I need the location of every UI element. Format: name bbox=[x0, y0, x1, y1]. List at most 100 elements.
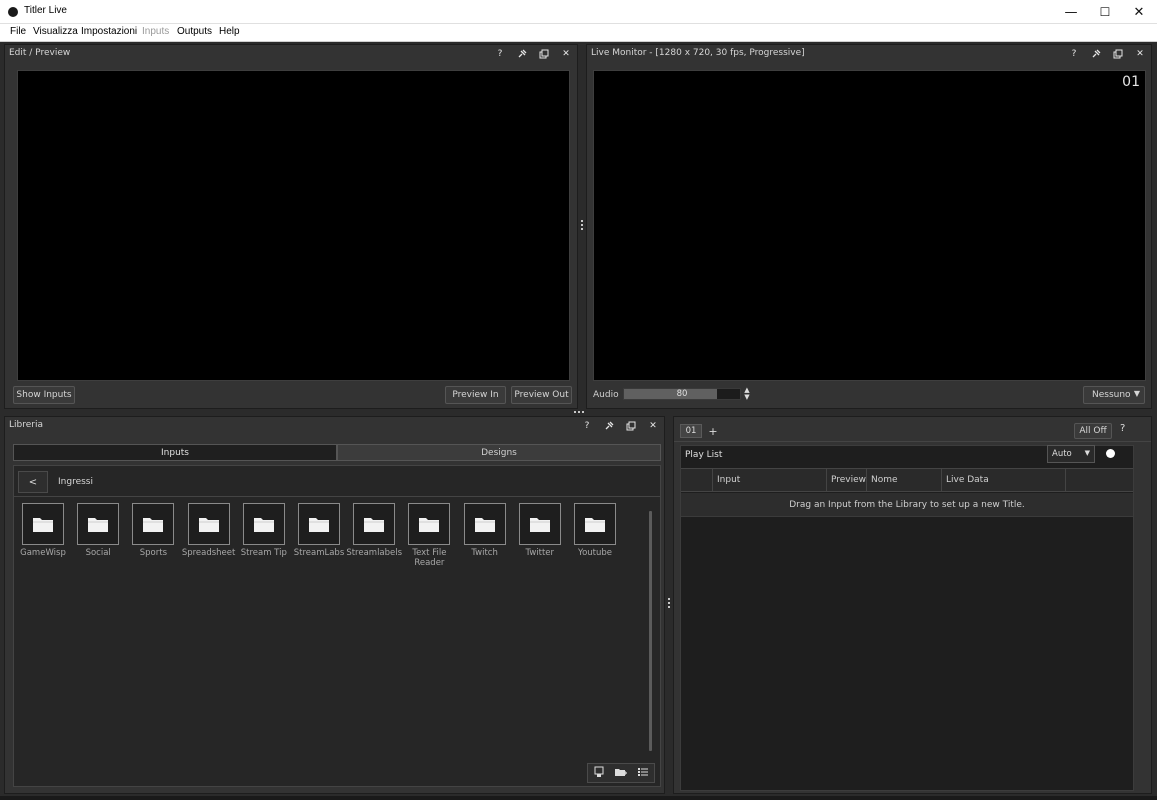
column-header-preview[interactable]: Preview bbox=[827, 469, 867, 491]
library-content: < Ingressi GameWisp Social Sports Spreadshe… bbox=[13, 465, 661, 787]
list-view-icon[interactable] bbox=[637, 766, 649, 781]
pin-icon[interactable] bbox=[515, 47, 529, 61]
preview-in-button[interactable]: Preview In bbox=[445, 386, 506, 404]
column-header-live-data[interactable]: Live Data bbox=[942, 469, 1066, 491]
menu-bar: File Visualizza Impostazioni Inputs Outp… bbox=[0, 24, 1157, 42]
folder-icon bbox=[518, 503, 561, 545]
close-icon[interactable]: ✕ bbox=[1133, 47, 1147, 61]
all-off-button[interactable]: All Off bbox=[1074, 423, 1112, 439]
playlist-mode-select[interactable]: Auto ▼ bbox=[1047, 445, 1095, 463]
folder-tile[interactable]: Social bbox=[70, 503, 126, 558]
menu-file[interactable]: File bbox=[10, 26, 26, 37]
playlist-empty-message: Drag an Input from the Library to set up… bbox=[681, 493, 1133, 517]
bottom-splitter[interactable] bbox=[668, 598, 671, 608]
playlist-label: Play List bbox=[685, 450, 723, 460]
menu-help[interactable]: Help bbox=[219, 26, 240, 37]
folder-tile[interactable]: GameWisp bbox=[15, 503, 71, 558]
maximize-button[interactable]: ☐ bbox=[1088, 0, 1122, 24]
help-icon[interactable]: ? bbox=[1067, 47, 1081, 61]
playlist-mode-value: Auto bbox=[1052, 449, 1072, 459]
audio-label: Audio bbox=[593, 390, 619, 400]
library-scrollbar[interactable] bbox=[649, 511, 652, 751]
folder-tile[interactable]: Streamlabels bbox=[346, 503, 402, 558]
add-tab-button[interactable]: + bbox=[706, 424, 720, 438]
close-icon[interactable]: ✕ bbox=[559, 47, 573, 61]
menu-outputs[interactable]: Outputs bbox=[177, 26, 212, 37]
pin-icon[interactable] bbox=[602, 419, 616, 433]
folder-icon bbox=[463, 503, 506, 545]
close-icon[interactable]: ✕ bbox=[646, 419, 660, 433]
folder-icon bbox=[242, 503, 285, 545]
folder-icon bbox=[353, 503, 396, 545]
folder-icon bbox=[574, 503, 616, 545]
audio-slider[interactable]: 80 bbox=[623, 388, 741, 400]
folder-tile[interactable]: Sports bbox=[125, 503, 181, 558]
folder-label: Youtube bbox=[578, 548, 612, 558]
playlist-grid-header: Input Preview Nome Live Data bbox=[681, 468, 1133, 492]
float-icon[interactable] bbox=[624, 419, 638, 433]
help-icon[interactable]: ? bbox=[580, 419, 594, 433]
folder-label: Twitch bbox=[471, 548, 498, 558]
audio-value: 80 bbox=[676, 389, 688, 399]
playlist-panel: 01 + All Off ? Play List Auto ▼ Input Pr… bbox=[673, 416, 1152, 794]
folder-tile[interactable]: Twitch bbox=[457, 503, 513, 558]
playlist-tab-01[interactable]: 01 bbox=[680, 424, 702, 438]
panel-title: Edit / Preview bbox=[9, 48, 71, 58]
chevron-down-icon: ▼ bbox=[1084, 449, 1090, 457]
folder-icon bbox=[187, 503, 230, 545]
tab-inputs[interactable]: Inputs bbox=[13, 444, 337, 461]
live-screen[interactable]: 01 bbox=[593, 70, 1146, 381]
output-select-value: Nessuno bbox=[1092, 390, 1131, 400]
panel-tools: ? ✕ bbox=[580, 419, 660, 433]
help-icon[interactable]: ? bbox=[493, 47, 507, 61]
column-header bbox=[681, 469, 713, 491]
top-splitter[interactable] bbox=[581, 220, 584, 230]
tab-designs[interactable]: Designs bbox=[337, 444, 661, 461]
edit-preview-panel: Edit / Preview ? ✕ Show Inputs Preview I… bbox=[4, 44, 578, 409]
minimize-button[interactable]: — bbox=[1054, 0, 1088, 24]
float-icon[interactable] bbox=[537, 47, 551, 61]
horizontal-splitter[interactable] bbox=[574, 411, 584, 413]
playlist-area: Play List Auto ▼ Input Preview Nome Live… bbox=[680, 445, 1134, 791]
folder-icon bbox=[132, 503, 175, 545]
back-button[interactable]: < bbox=[18, 471, 48, 493]
column-header bbox=[1066, 469, 1133, 491]
panel-tools: ? ✕ bbox=[1067, 47, 1147, 61]
folder-tile[interactable]: Stream Tip bbox=[236, 503, 292, 558]
folder-tile[interactable]: Spreadsheet bbox=[181, 503, 237, 558]
column-header-input[interactable]: Input bbox=[713, 469, 827, 491]
folder-label: Stream Tip bbox=[240, 548, 287, 558]
folder-icon bbox=[22, 503, 64, 545]
window-title: Titler Live bbox=[24, 5, 67, 16]
folder-add-icon[interactable] bbox=[614, 766, 628, 781]
folder-tile[interactable]: Twitter bbox=[512, 503, 568, 558]
help-icon[interactable]: ? bbox=[1120, 423, 1125, 434]
save-icon[interactable] bbox=[593, 766, 605, 781]
float-icon[interactable] bbox=[1111, 47, 1125, 61]
pin-icon[interactable] bbox=[1089, 47, 1103, 61]
audio-spin-buttons[interactable]: ▲ ▼ bbox=[743, 387, 751, 401]
folder-tile[interactable]: StreamLabs bbox=[291, 503, 347, 558]
close-button[interactable]: ✕ bbox=[1122, 0, 1156, 24]
chevron-down-icon: ▼ bbox=[1133, 389, 1140, 398]
panel-tools: ? ✕ bbox=[493, 47, 573, 61]
column-header-nome[interactable]: Nome bbox=[867, 469, 942, 491]
output-select[interactable]: Nessuno ▼ bbox=[1083, 386, 1145, 404]
show-inputs-button[interactable]: Show Inputs bbox=[13, 386, 75, 404]
preview-out-button[interactable]: Preview Out bbox=[511, 386, 572, 404]
folder-label: Text File Reader bbox=[412, 548, 447, 568]
library-path: Ingressi bbox=[58, 477, 93, 487]
folder-label: Spreadsheet bbox=[181, 548, 236, 558]
divider bbox=[14, 496, 660, 497]
folder-label: Social bbox=[85, 548, 111, 558]
menu-impostazioni[interactable]: Impostazioni bbox=[81, 26, 137, 37]
preview-screen[interactable] bbox=[17, 70, 570, 381]
app-icon bbox=[8, 7, 18, 17]
live-monitor-panel: Live Monitor - [1280 x 720, 30 fps, Prog… bbox=[586, 44, 1152, 409]
menu-inputs[interactable]: Inputs bbox=[142, 26, 169, 37]
folder-label: Twitter bbox=[525, 548, 555, 558]
folder-tile[interactable]: Text File Reader bbox=[401, 503, 457, 568]
record-icon[interactable] bbox=[1106, 449, 1115, 458]
menu-visualizza[interactable]: Visualizza bbox=[33, 26, 78, 37]
folder-tile[interactable]: Youtube bbox=[567, 503, 623, 558]
